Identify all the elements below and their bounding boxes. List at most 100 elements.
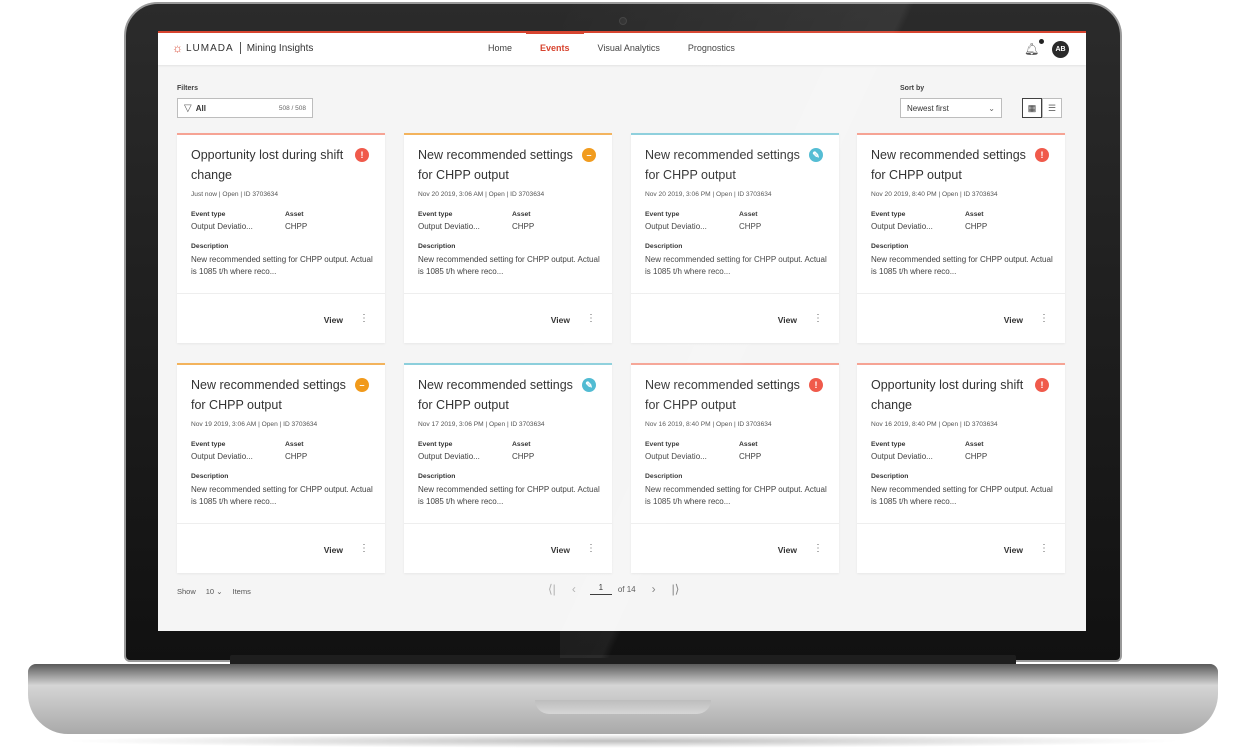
card-footer: View ⋮ xyxy=(857,523,1065,573)
severity-bar xyxy=(631,133,839,135)
more-options-icon[interactable]: ⋮ xyxy=(1039,543,1049,554)
severity-critical-icon: ! xyxy=(1035,148,1049,162)
brand[interactable]: ☼ LUMADA Mining Insights xyxy=(172,42,313,54)
card-footer: View ⋮ xyxy=(631,293,839,343)
event-meta: Nov 17 2019, 3:06 PM | Open | ID 3703634 xyxy=(418,421,545,428)
description-value: New recommended setting for CHPP output.… xyxy=(871,485,1053,506)
event-type-value: Output Deviatio... xyxy=(418,452,480,461)
severity-critical-icon: ! xyxy=(809,378,823,392)
sort-label: Sort by xyxy=(900,85,925,92)
event-title: New recommended settings for CHPP output xyxy=(418,148,573,182)
app-name: Mining Insights xyxy=(246,42,314,54)
severity-bar xyxy=(404,133,612,135)
event-title: New recommended settings for CHPP output xyxy=(191,378,346,412)
laptop-hinge xyxy=(28,664,1218,686)
event-type-label: Event type xyxy=(191,211,226,218)
asset-value: CHPP xyxy=(965,222,988,231)
asset-value: CHPP xyxy=(512,452,535,461)
severity-warning-icon: – xyxy=(582,148,596,162)
event-meta: Nov 16 2019, 8:40 PM | Open | ID 3703634 xyxy=(871,421,998,428)
event-meta: Nov 20 2019, 3:06 PM | Open | ID 3703634 xyxy=(645,191,772,198)
event-type-value: Output Deviatio... xyxy=(871,222,933,231)
view-button[interactable]: View xyxy=(551,545,570,555)
severity-warning-icon: – xyxy=(355,378,369,392)
severity-critical-icon: ! xyxy=(355,148,369,162)
nav-home[interactable]: Home xyxy=(474,33,526,65)
previous-page-icon[interactable]: ‹ xyxy=(572,582,576,596)
view-button[interactable]: View xyxy=(1004,315,1023,325)
event-type-label: Event type xyxy=(191,441,226,448)
page-count: of 14 xyxy=(617,584,636,594)
page-size-value: 10 xyxy=(205,587,215,596)
more-options-icon[interactable]: ⋮ xyxy=(813,543,823,554)
next-page-icon[interactable]: › xyxy=(652,582,656,596)
event-meta: Nov 16 2019, 8:40 PM | Open | ID 3703634 xyxy=(645,421,772,428)
event-type-label: Event type xyxy=(645,441,680,448)
sort-value: Newest first xyxy=(907,103,949,113)
more-options-icon[interactable]: ⋮ xyxy=(813,313,823,324)
chevron-down-icon: ⌄ xyxy=(988,103,995,113)
view-button[interactable]: View xyxy=(778,315,797,325)
event-type-value: Output Deviatio... xyxy=(645,222,707,231)
more-options-icon[interactable]: ⋮ xyxy=(1039,313,1049,324)
nav-visual-analytics[interactable]: Visual Analytics xyxy=(584,33,674,65)
description-label: Description xyxy=(418,243,456,250)
last-page-icon[interactable]: |⟩ xyxy=(672,582,680,596)
camera-icon xyxy=(619,17,627,25)
list-view-icon[interactable]: ☰ xyxy=(1042,98,1062,118)
view-button[interactable]: View xyxy=(324,315,343,325)
severity-critical-icon: ! xyxy=(1035,378,1049,392)
page-size-control: Show 10 ⌄ Items xyxy=(177,587,251,596)
event-card[interactable]: New recommended settings for CHPP output… xyxy=(631,363,839,573)
event-title: Opportunity lost during shift change xyxy=(191,148,344,182)
view-button[interactable]: View xyxy=(551,315,570,325)
page-size-select[interactable]: 10 ⌄ xyxy=(206,587,223,596)
asset-label: Asset xyxy=(739,211,758,218)
nav-prognostics[interactable]: Prognostics xyxy=(674,33,749,65)
view-button[interactable]: View xyxy=(324,545,343,555)
asset-label: Asset xyxy=(965,211,984,218)
event-title: New recommended settings for CHPP output xyxy=(645,378,800,412)
event-card[interactable]: New recommended settings for CHPP output… xyxy=(177,363,385,573)
severity-bar xyxy=(857,133,1065,135)
filter-value: All xyxy=(195,103,206,113)
event-card[interactable]: Opportunity lost during shift change! Nov… xyxy=(857,363,1065,573)
event-card[interactable]: New recommended settings for CHPP output… xyxy=(404,133,612,343)
event-type-label: Event type xyxy=(645,211,680,218)
sort-dropdown[interactable]: Newest first ⌄ xyxy=(900,98,1002,118)
event-type-value: Output Deviatio... xyxy=(191,452,253,461)
description-label: Description xyxy=(645,473,683,480)
view-button[interactable]: View xyxy=(1004,545,1023,555)
description-value: New recommended setting for CHPP output.… xyxy=(871,255,1053,276)
card-footer: View ⋮ xyxy=(177,293,385,343)
user-avatar[interactable]: AB xyxy=(1052,41,1069,58)
event-title: New recommended settings for CHPP output xyxy=(871,148,1026,182)
event-card[interactable]: New recommended settings for CHPP output… xyxy=(857,133,1065,343)
more-options-icon[interactable]: ⋮ xyxy=(586,313,596,324)
grid-view-icon[interactable]: ▦ xyxy=(1022,98,1042,118)
event-title: New recommended settings for CHPP output xyxy=(418,378,573,412)
asset-value: CHPP xyxy=(739,452,762,461)
event-type-label: Event type xyxy=(871,441,906,448)
first-page-icon[interactable]: ⟨| xyxy=(548,582,556,596)
filters-dropdown[interactable]: ▽ All 508 / 508 xyxy=(177,98,313,118)
asset-label: Asset xyxy=(512,211,531,218)
event-card[interactable]: Opportunity lost during shift change! Jus… xyxy=(177,133,385,343)
event-card[interactable]: New recommended settings for CHPP output… xyxy=(404,363,612,573)
notification-bell-icon[interactable]: 🔔︎ xyxy=(1024,42,1039,56)
view-button[interactable]: View xyxy=(778,545,797,555)
event-card[interactable]: New recommended settings for CHPP output… xyxy=(631,133,839,343)
laptop-shadow xyxy=(60,734,1186,748)
asset-value: CHPP xyxy=(965,452,988,461)
card-footer: View ⋮ xyxy=(404,293,612,343)
more-options-icon[interactable]: ⋮ xyxy=(586,543,596,554)
current-page-input[interactable]: 1 xyxy=(589,583,612,595)
top-navigation-bar: ☼ LUMADA Mining Insights Home Events Vis… xyxy=(158,31,1086,65)
severity-bar xyxy=(177,133,385,135)
more-options-icon[interactable]: ⋮ xyxy=(359,313,369,324)
description-value: New recommended setting for CHPP output.… xyxy=(645,485,827,506)
event-meta: Nov 20 2019, 8:40 PM | Open | ID 3703634 xyxy=(871,191,998,198)
more-options-icon[interactable]: ⋮ xyxy=(359,543,369,554)
nav-events[interactable]: Events xyxy=(526,31,584,65)
severity-bar xyxy=(631,363,839,365)
